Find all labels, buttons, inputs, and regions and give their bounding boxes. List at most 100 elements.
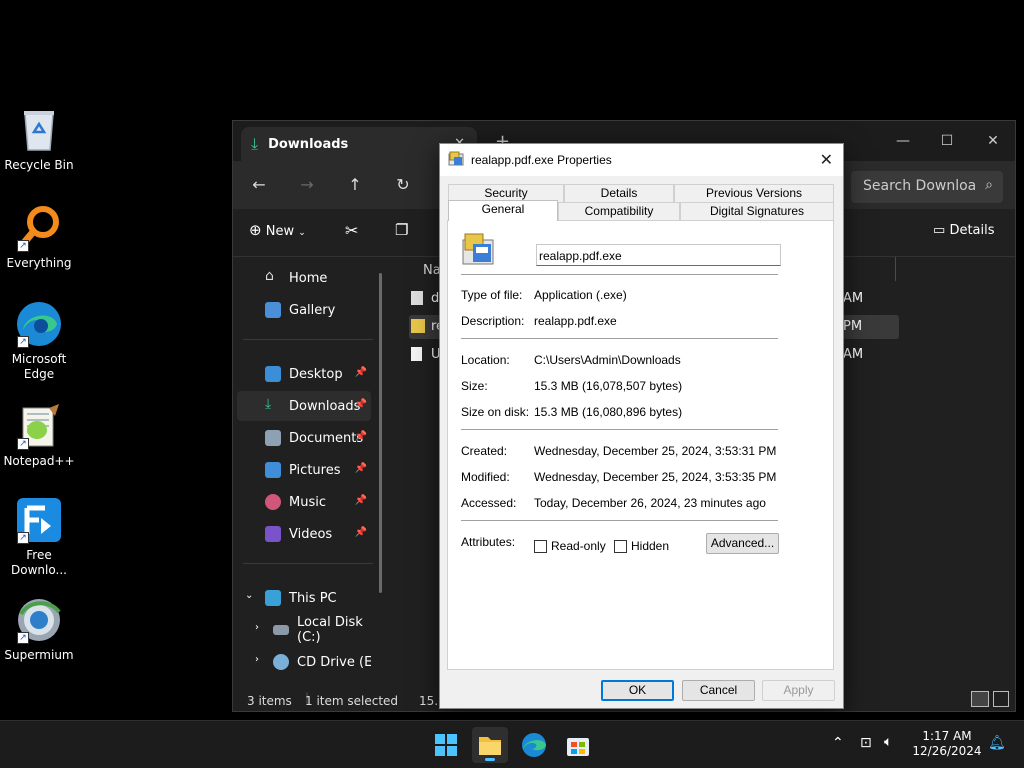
clock-date: 12/26/2024 xyxy=(912,744,982,758)
cancel-button[interactable]: Cancel xyxy=(682,680,755,701)
windows-logo-icon xyxy=(435,734,457,756)
taskbar-file-explorer[interactable] xyxy=(472,727,508,763)
chevron-down-icon: ⌄ xyxy=(298,228,306,238)
refresh-icon[interactable]: ↻ xyxy=(391,173,415,197)
type-label: Type of file: xyxy=(461,288,523,302)
status-selected: 1 item selected xyxy=(305,694,399,708)
this-pc-icon xyxy=(265,590,281,606)
network-icon[interactable]: ⊡ xyxy=(860,735,872,751)
taskbar-store[interactable] xyxy=(560,727,596,763)
pictures-icon xyxy=(265,462,281,478)
desktop-icon-supermium[interactable]: ↗ Supermium xyxy=(1,596,77,663)
chevron-right-icon: › xyxy=(255,654,259,665)
drive-icon xyxy=(273,625,289,635)
new-label: New xyxy=(265,224,295,239)
sidebar-item-desktop[interactable]: Desktop 📌 xyxy=(237,359,371,389)
navigation-pane: ⌂ Home Gallery Desktop 📌 ⤓ Downloads 📌 D… xyxy=(233,257,383,687)
everything-icon: ↗ xyxy=(15,204,63,252)
up-arrow-icon[interactable]: ↑ xyxy=(343,173,367,197)
size-on-disk-label: Size on disk: xyxy=(461,405,530,419)
description-label: Description: xyxy=(461,314,525,328)
desktop-icon-everything[interactable]: ↗ Everything xyxy=(1,204,77,271)
ok-button[interactable]: OK xyxy=(601,680,674,701)
tab-previous-versions[interactable]: Previous Versions xyxy=(674,184,834,202)
music-icon xyxy=(265,494,281,510)
sidebar-scrollbar[interactable] xyxy=(379,273,382,593)
sidebar-divider xyxy=(243,339,373,340)
maximize-button[interactable]: ☐ xyxy=(927,127,967,155)
tab-digital-signatures[interactable]: Digital Signatures xyxy=(680,202,834,220)
desktop-folder-icon xyxy=(265,366,281,382)
cut-icon[interactable]: ✂ xyxy=(345,221,358,240)
filename-field[interactable]: realapp.pdf.exe xyxy=(536,244,781,266)
advanced-button[interactable]: Advanced... xyxy=(706,533,779,554)
active-indicator xyxy=(485,758,495,761)
notification-bell-icon[interactable]: 🔔︎ xyxy=(988,735,1006,751)
new-button[interactable]: ⊕ New ⌄ xyxy=(249,221,306,239)
sidebar-item-home[interactable]: ⌂ Home xyxy=(237,263,371,293)
file-modified: PM xyxy=(843,319,863,334)
tab-general[interactable]: General xyxy=(448,200,558,221)
sidebar-item-local-disk[interactable]: › Local Disk (C:) xyxy=(237,615,371,645)
tab-compatibility[interactable]: Compatibility xyxy=(558,202,680,220)
size-value: 15.3 MB (16,078,507 bytes) xyxy=(534,379,683,393)
search-input[interactable]: Search Downloa ⌕ xyxy=(851,171,1003,203)
taskbar-edge[interactable] xyxy=(516,727,552,763)
start-button[interactable] xyxy=(428,727,464,763)
copy-icon[interactable]: ❐ xyxy=(395,221,408,239)
desktop-icon-label: Notepad++ xyxy=(3,454,75,468)
file-icon xyxy=(411,291,423,305)
sidebar-divider xyxy=(243,563,373,564)
volume-icon[interactable]: 🔈︎ xyxy=(884,734,892,750)
sidebar-item-cd-drive[interactable]: › CD Drive (E:) IF xyxy=(237,647,371,677)
desktop-icon-label: Supermium xyxy=(4,648,74,662)
readonly-checkbox[interactable]: Read-only xyxy=(534,539,606,553)
column-divider[interactable] xyxy=(895,257,896,281)
checkbox-box[interactable] xyxy=(614,539,627,553)
file-icon xyxy=(411,319,425,333)
close-window-button[interactable]: ✕ xyxy=(973,127,1013,155)
details-view-icon[interactable] xyxy=(971,691,989,707)
modified-value: Wednesday, December 25, 2024, 3:53:35 PM xyxy=(534,470,777,484)
sidebar-item-pictures[interactable]: Pictures 📌 xyxy=(237,455,371,485)
hidden-checkbox[interactable]: Hidden xyxy=(614,539,669,553)
shortcut-arrow-icon: ↗ xyxy=(17,632,29,644)
forward-arrow-icon[interactable]: → xyxy=(295,173,319,197)
pin-icon: 📌 xyxy=(354,463,367,474)
chevron-right-icon: › xyxy=(255,622,259,633)
home-icon: ⌂ xyxy=(265,268,274,284)
tiles-view-icon[interactable] xyxy=(993,691,1009,707)
divider xyxy=(461,429,778,430)
created-label: Created: xyxy=(461,444,508,458)
clock[interactable]: 1:17 AM 12/26/2024 xyxy=(912,729,982,759)
apply-button[interactable]: Apply xyxy=(762,680,835,701)
sidebar-item-this-pc[interactable]: ⌄ This PC xyxy=(237,583,371,613)
sidebar-item-gallery[interactable]: Gallery xyxy=(237,295,371,325)
created-value: Wednesday, December 25, 2024, 3:53:31 PM xyxy=(534,444,777,458)
edge-icon xyxy=(522,733,546,757)
desktop-icon-edge[interactable]: ↗ Microsoft Edge xyxy=(1,300,77,382)
back-arrow-icon[interactable]: ← xyxy=(247,173,271,197)
chevron-up-icon[interactable]: ⌃ xyxy=(832,735,844,751)
sidebar-item-label: Pictures xyxy=(289,462,341,478)
sidebar-item-label: Gallery xyxy=(289,302,336,318)
tab-details[interactable]: Details xyxy=(564,184,674,202)
details-pane-button[interactable]: ▭ Details xyxy=(933,223,995,238)
size-on-disk-value: 15.3 MB (16,080,896 bytes) xyxy=(534,405,683,419)
desktop-icon-label: Recycle Bin xyxy=(4,158,74,172)
desktop-icon-notepadpp[interactable]: ↗ Notepad++ xyxy=(1,402,77,469)
attributes-label: Attributes: xyxy=(461,535,516,549)
desktop-icon-recycle-bin[interactable]: Recycle Bin xyxy=(1,106,77,173)
sidebar-item-videos[interactable]: Videos 📌 xyxy=(237,519,371,549)
shortcut-arrow-icon: ↗ xyxy=(17,438,29,450)
sidebar-item-music[interactable]: Music 📌 xyxy=(237,487,371,517)
sidebar-item-downloads[interactable]: ⤓ Downloads 📌 xyxy=(237,391,371,421)
location-label: Location: xyxy=(461,353,510,367)
desktop-icon-free-download-manager[interactable]: ↗ Free Downlo... xyxy=(1,496,77,578)
close-icon[interactable]: ✕ xyxy=(820,150,833,170)
sidebar-item-documents[interactable]: Documents 📌 xyxy=(237,423,371,453)
pin-icon: 📌 xyxy=(354,431,367,442)
dialog-titlebar: realapp.pdf.exe Properties ✕ xyxy=(440,144,843,176)
checkbox-box[interactable] xyxy=(534,539,547,553)
minimize-button[interactable]: — xyxy=(883,127,923,155)
